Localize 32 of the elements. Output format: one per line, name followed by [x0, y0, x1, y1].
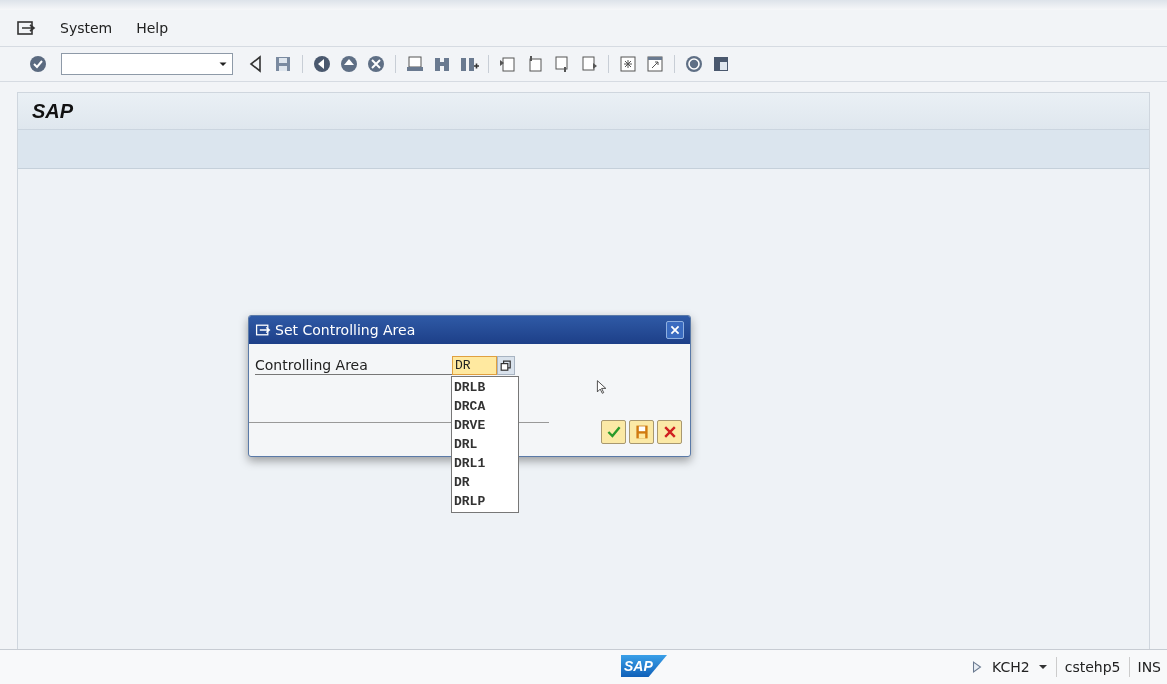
suggestion-item[interactable]: DRCA [452, 397, 518, 416]
suggestion-item[interactable]: DRL1 [452, 454, 518, 473]
last-page-icon[interactable] [579, 54, 599, 74]
window-icon [255, 322, 271, 338]
menu-item[interactable]: System [60, 20, 113, 36]
suggestion-item[interactable]: DRLP [452, 492, 518, 511]
suggestion-item[interactable]: DR [452, 473, 518, 492]
field-label: Controlling Area [255, 356, 452, 375]
dialog-title: Set Controlling Area [275, 322, 417, 338]
print-icon[interactable] [405, 54, 425, 74]
input-field[interactable]: DR [452, 356, 497, 375]
cancel-icon[interactable] [366, 54, 386, 74]
confirm-icon[interactable] [28, 54, 48, 74]
server-name: cstehp5 [1064, 659, 1121, 675]
save-icon[interactable] [273, 54, 293, 74]
menu-icon[interactable] [16, 18, 36, 38]
shortcut-icon[interactable] [645, 54, 665, 74]
command-field[interactable] [61, 53, 233, 75]
suggestion-item[interactable]: DRVE [452, 416, 518, 435]
suggestion-item[interactable]: DRLB [452, 378, 518, 397]
input-mode[interactable]: INS [1137, 659, 1161, 675]
menu-item[interactable]: Help [136, 20, 169, 36]
suggestion-item[interactable]: DRL [452, 435, 518, 454]
dropdown-arrow-icon[interactable] [1037, 662, 1048, 672]
layout-icon[interactable] [711, 54, 731, 74]
system-name[interactable]: KCH2 [992, 659, 1030, 675]
screen-title: SAP [32, 99, 74, 123]
new-window-icon[interactable] [618, 54, 638, 74]
first-page-icon[interactable] [498, 54, 518, 74]
back-icon[interactable] [312, 54, 332, 74]
logo: SAP [621, 655, 667, 677]
exit-icon[interactable] [339, 54, 359, 74]
